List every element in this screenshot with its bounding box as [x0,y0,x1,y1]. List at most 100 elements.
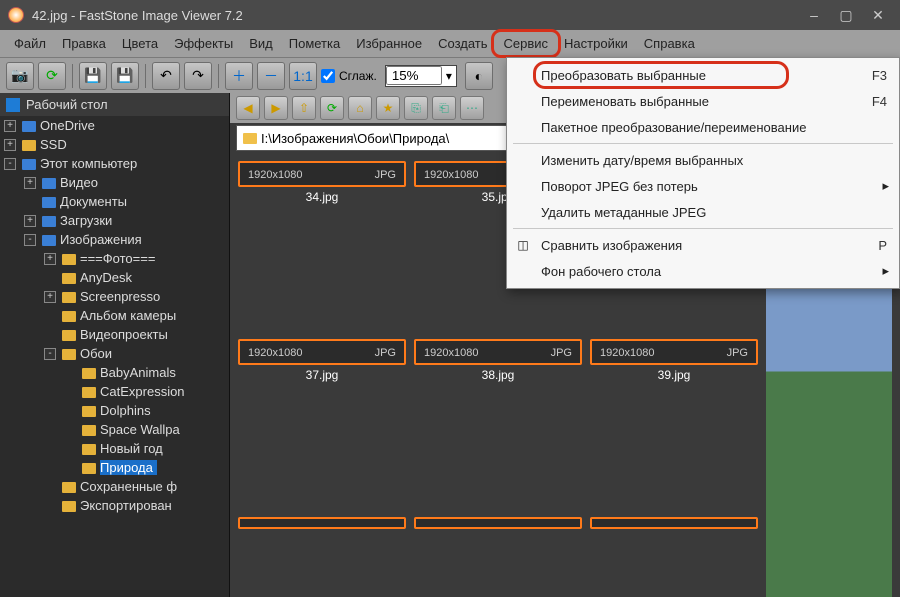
menu-избранное[interactable]: Избранное [348,32,430,55]
zoom-select[interactable]: ▾ [385,65,457,87]
folder-icon [243,133,257,144]
save-button[interactable]: 💾 [79,62,107,90]
menu-item[interactable]: Преобразовать выбранныеF3 [507,62,899,88]
expand-toggle[interactable]: + [4,139,16,151]
tree-item[interactable]: -Обои [0,344,229,363]
thumbnail-item[interactable]: 1920x1080JPG39.jpg [590,339,758,509]
folder-icon [42,216,56,227]
tree-item[interactable]: Новый год [0,439,229,458]
tree-item[interactable]: +Screenpresso [0,287,229,306]
thumbnail-item[interactable] [238,517,406,597]
tree-item[interactable]: Документы [0,192,229,211]
dropdown-icon[interactable]: ▾ [442,69,456,83]
folder-icon [62,273,76,284]
menu-настройки[interactable]: Настройки [556,32,636,55]
tree-item[interactable]: Сохраненные ф [0,477,229,496]
menu-item[interactable]: Поворот JPEG без потерь [507,173,899,199]
tree-item[interactable]: Природа [0,458,229,477]
menu-item-shortcut: F3 [872,68,887,83]
tree-item[interactable]: +Видео [0,173,229,192]
expand-toggle[interactable]: - [4,158,16,170]
window-title: 42.jpg - FastStone Image Viewer 7.2 [32,8,243,23]
expand-toggle[interactable]: + [44,291,56,303]
nav-paste-button[interactable]: ⎗ [432,96,456,120]
thumbnail-item[interactable]: 1920x1080JPG37.jpg [238,339,406,509]
expand-toggle[interactable]: - [24,234,36,246]
menu-вид[interactable]: Вид [241,32,281,55]
expand-toggle[interactable]: + [4,120,16,132]
tree-item[interactable]: Видеопроекты [0,325,229,344]
nav-up-button[interactable]: ⇧ [292,96,316,120]
nav-fwd-button[interactable]: ▶ [264,96,288,120]
folder-icon [22,159,36,170]
tree-item-label: Изображения [60,232,142,247]
close-button[interactable]: ✕ [864,5,892,25]
minimize-button[interactable]: – [800,5,828,25]
undo-button[interactable]: ↶ [152,62,180,90]
tree-item[interactable]: BabyAnimals [0,363,229,382]
nav-back-button[interactable]: ◀ [236,96,260,120]
expand-toggle[interactable]: + [24,177,36,189]
thumb-resolution: 1920x1080 [600,347,654,359]
nav-refresh-button[interactable]: ⟳ [320,96,344,120]
menu-item[interactable]: Изменить дату/время выбранных [507,147,899,173]
tree-item[interactable]: +OneDrive [0,116,229,135]
nav-more-button[interactable]: ⋯ [460,96,484,120]
tree-item[interactable]: Альбом камеры [0,306,229,325]
fit-button[interactable]: 1:1 [289,62,317,90]
menu-пометка[interactable]: Пометка [281,32,348,55]
tree-item[interactable]: CatExpression [0,382,229,401]
menubar: ФайлПравкаЦветаЭффектыВидПометкаИзбранно… [0,30,900,57]
tree-item[interactable]: Space Wallpa [0,420,229,439]
tree-item[interactable]: Dolphins [0,401,229,420]
folder-tree[interactable]: Рабочий стол +OneDrive+SSD-Этот компьюте… [0,93,230,597]
menu-item[interactable]: Пакетное преобразование/переименование [507,114,899,140]
tree-item[interactable]: -Этот компьютер [0,154,229,173]
reload-button[interactable]: ⟳ [38,62,66,90]
thumb-filename: 34.jpg [238,187,406,207]
tree-item[interactable]: +===Фото=== [0,249,229,268]
thumbnail-item[interactable] [414,517,582,597]
tree-item-label: Альбом камеры [80,308,176,323]
zoom-value[interactable] [386,66,442,85]
save-as-button[interactable]: 💾 [111,62,139,90]
menu-сервис[interactable]: Сервис [496,32,557,55]
thumbnail-item[interactable]: 1920x1080JPG34.jpg [238,161,406,331]
menu-эффекты[interactable]: Эффекты [166,32,241,55]
redo-button[interactable]: ↷ [184,62,212,90]
tree-header[interactable]: Рабочий стол [0,93,229,116]
tree-item[interactable]: - Изображения [0,230,229,249]
menu-правка[interactable]: Правка [54,32,114,55]
menu-цвета[interactable]: Цвета [114,32,166,55]
zoom-out-button[interactable]: － [257,62,285,90]
zoom-slider-button[interactable]: ◐ [465,62,493,90]
maximize-button[interactable]: ▢ [832,5,860,25]
tree-item[interactable]: Экспортирован [0,496,229,515]
expand-toggle[interactable]: + [44,253,56,265]
nav-home-button[interactable]: ⌂ [348,96,372,120]
expand-toggle[interactable]: + [24,215,36,227]
folder-icon [82,444,96,455]
smooth-checkbox[interactable]: Сглаж. [321,69,377,83]
zoom-in-button[interactable]: ＋ [225,62,253,90]
service-menu-dropdown[interactable]: Преобразовать выбранныеF3Переименовать в… [506,57,900,289]
thumbnail-item[interactable]: 1920x1080JPG38.jpg [414,339,582,509]
menu-item[interactable]: ◫Сравнить изображенияP [507,232,899,258]
menu-item[interactable]: Переименовать выбранныеF4 [507,88,899,114]
tree-item[interactable]: +SSD [0,135,229,154]
menu-item[interactable]: Фон рабочего стола [507,258,899,284]
acquire-button[interactable]: 📷 [6,62,34,90]
menu-файл[interactable]: Файл [6,32,54,55]
thumbnail-item[interactable] [590,517,758,597]
nav-fav-button[interactable]: ★ [376,96,400,120]
menu-item[interactable]: Удалить метаданные JPEG [507,199,899,225]
expand-toggle[interactable]: - [44,348,56,360]
tree-item[interactable]: +Загрузки [0,211,229,230]
tree-item[interactable]: AnyDesk [0,268,229,287]
thumb-format: JPG [727,347,748,359]
folder-icon [22,140,36,151]
menu-справка[interactable]: Справка [636,32,703,55]
smooth-check-input[interactable] [321,69,335,83]
nav-copy-button[interactable]: ⎘ [404,96,428,120]
menu-создать[interactable]: Создать [430,32,495,55]
